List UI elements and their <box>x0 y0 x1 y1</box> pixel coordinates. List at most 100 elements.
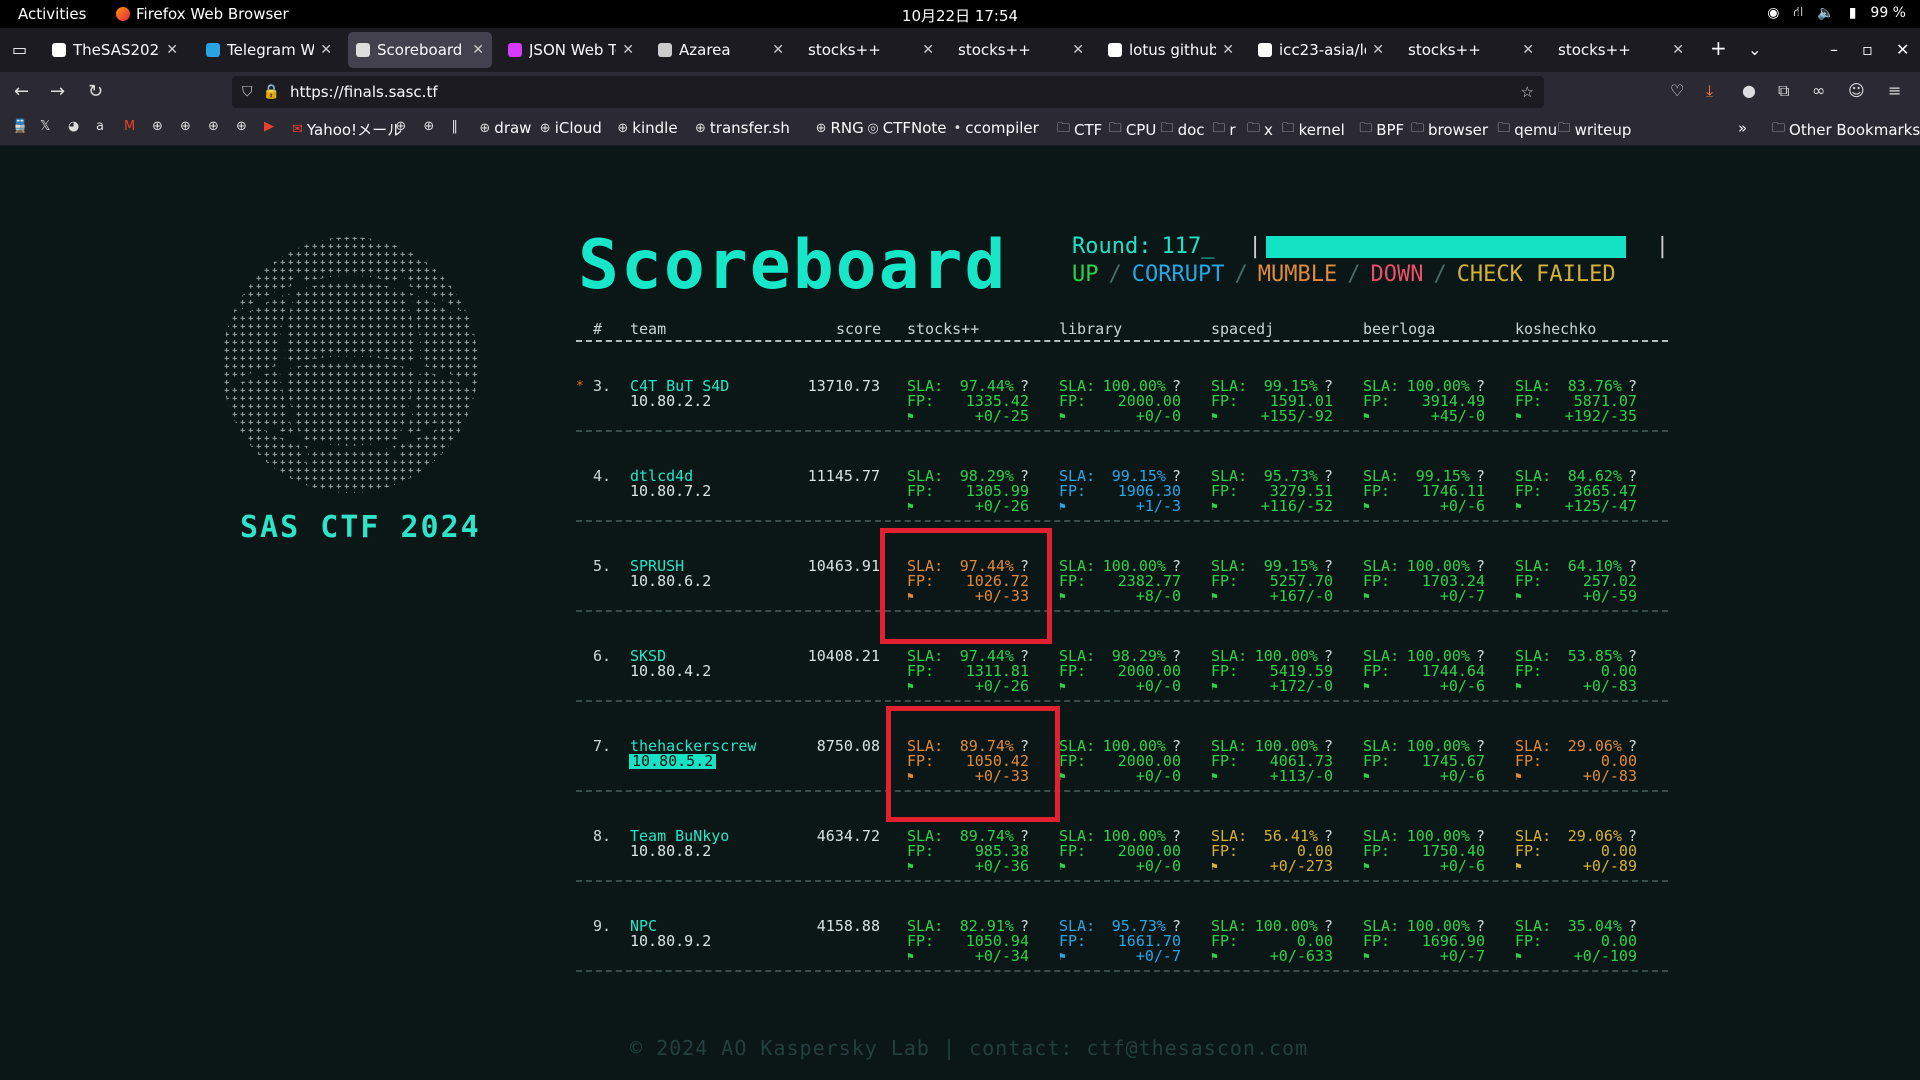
bookmark-25[interactable]: 🗀 x <box>1247 119 1273 141</box>
url-text[interactable]: https://finals.sasc.tf <box>290 83 438 101</box>
bookmark-17[interactable]: ⊕ transfer.sh <box>695 119 790 137</box>
bookmark-6[interactable]: ⊕ <box>180 119 195 134</box>
network-icon: ⛙ <box>1793 4 1804 20</box>
flags-value: +0/-6 <box>1439 767 1485 785</box>
bookmark-label: kindle <box>632 119 678 137</box>
shield-icon[interactable]: ⛉ <box>242 84 253 100</box>
bookmark-5[interactable]: ⊕ <box>152 119 167 134</box>
back-arrow-icon[interactable]: ← <box>14 81 29 102</box>
bookmark-4[interactable]: M <box>124 119 139 134</box>
tab-close-icon[interactable]: ✕ <box>1372 42 1384 58</box>
bookmark-label: doc <box>1177 121 1205 139</box>
tab-10[interactable]: stocks++ ✕ <box>1550 32 1692 68</box>
bookmark-22[interactable]: 🗀 CPU <box>1109 119 1157 141</box>
bookmark-21[interactable]: 🗀 CTF <box>1057 119 1102 141</box>
tab-close-icon[interactable]: ✕ <box>320 42 332 58</box>
globe-icon: ⊕ <box>539 120 551 136</box>
bookmark-23[interactable]: 🗀 doc <box>1161 119 1205 141</box>
col-service-beerloga: beerloga <box>1363 320 1436 338</box>
lock-icon[interactable]: 🔒 <box>263 84 280 100</box>
tab-close-icon[interactable]: ✕ <box>1072 42 1084 58</box>
tab-close-icon[interactable]: ✕ <box>472 42 484 58</box>
clock[interactable]: 10月22日 17:54 <box>902 7 1018 25</box>
service-cell: SLA: 29.06%? FP: 0.00 ⚑ +0/-83 <box>1515 737 1637 785</box>
more-bookmarks-chevron-icon[interactable]: » <box>1738 119 1747 137</box>
globe-icon: ⊕ <box>695 120 706 136</box>
bookmark-24[interactable]: 🗀 r <box>1212 119 1235 141</box>
bookmark-0[interactable]: 🚆 <box>12 119 32 134</box>
folder-icon: 🗀 <box>1772 121 1786 136</box>
system-tray[interactable]: ◉ ⛙ 🔈 ▮ 99 % <box>1767 4 1906 22</box>
tab-6[interactable]: stocks++ ✕ <box>950 32 1092 68</box>
tab-1[interactable]: Telegram Web ✕ <box>198 32 340 68</box>
bookmark-8[interactable]: ⊕ <box>236 119 251 134</box>
bookmark-7[interactable]: ⊕ <box>208 119 223 134</box>
bookmark-11[interactable]: ⊕ <box>395 119 410 134</box>
firefox-icon <box>116 7 130 21</box>
tab-close-icon[interactable]: ✕ <box>772 42 784 58</box>
tab-8[interactable]: icc23-asia/lotus ✕ <box>1250 32 1392 68</box>
bookmark-star-icon[interactable]: ☆ <box>1521 83 1534 101</box>
flag-icon: ⚑ <box>1515 680 1522 693</box>
extension-icon[interactable]: ● <box>1742 81 1756 100</box>
bookmark-3[interactable]: a <box>96 119 108 134</box>
sas-logo-icon: + <box>222 237 478 493</box>
bookmark-16[interactable]: ⊕ kindle <box>617 119 677 137</box>
bookmark-10[interactable]: ✉ Yahoo!メール <box>292 119 402 140</box>
tab-close-icon[interactable]: ✕ <box>922 42 934 58</box>
table-row: 5. SPRUSH 10.80.6.2 10463.91 SLA: 97.44%? FP… <box>576 522 1668 612</box>
bookmark-15[interactable]: ⊕ iCloud <box>540 119 602 137</box>
bookmark-20[interactable]: • ccompiler <box>954 119 1039 137</box>
tab-7[interactable]: lotus github ✕ <box>1100 32 1242 68</box>
pocket-icon[interactable]: ♡ <box>1670 81 1684 100</box>
activities-button[interactable]: Activities <box>18 5 86 23</box>
ctfnote-icon: ◎ <box>867 120 879 136</box>
flag-icon: ⚑ <box>1515 860 1522 873</box>
bookmark-19[interactable]: ◎ CTFNote <box>867 119 946 137</box>
account-icon[interactable]: ☺ <box>1848 81 1865 100</box>
tab-4[interactable]: Azarea ✕ <box>650 32 792 68</box>
tab-close-icon[interactable]: ✕ <box>1522 42 1534 58</box>
bookmark-2[interactable]: ◕ <box>68 119 83 134</box>
bookmark-12[interactable]: ⊕ <box>423 119 438 134</box>
chevron-down-icon[interactable]: ⌄ <box>1748 40 1761 59</box>
tab-close-icon[interactable]: ✕ <box>622 42 634 58</box>
app-menu[interactable]: Firefox Web Browser <box>116 5 289 23</box>
minimize-button[interactable]: – <box>1830 40 1838 59</box>
bookmark-26[interactable]: 🗀 kernel <box>1282 119 1345 141</box>
service-cell: SLA: 100.00%? FP: 1744.64 ⚑ +0/-6 <box>1363 647 1485 695</box>
tab-2[interactable]: Scoreboard | SAS CTF ✕ <box>348 32 492 68</box>
bookmark-9[interactable]: ▶ <box>264 119 278 134</box>
bookmark-29[interactable]: 🗀 qemu <box>1497 119 1557 141</box>
puzzle-icon[interactable]: ⧉ <box>1778 81 1789 101</box>
tab-0[interactable]: TheSAS2024 agenda ✕ <box>44 32 186 68</box>
bookmark-30[interactable]: 🗀 writeup <box>1558 119 1632 141</box>
reload-icon[interactable]: ↻ <box>88 81 103 102</box>
menu-icon[interactable]: ≡ <box>1888 81 1901 100</box>
close-window-button[interactable]: ✕ <box>1896 40 1909 59</box>
bookmark-27[interactable]: 🗀 BPF <box>1359 119 1404 141</box>
bookmark-28[interactable]: 🗀 browser <box>1411 119 1488 141</box>
maximize-button[interactable]: ▫ <box>1862 40 1873 59</box>
url-bar[interactable]: ⛉ 🔒 https://finals.sasc.tf ☆ <box>232 76 1544 108</box>
tab-close-icon[interactable]: ✕ <box>1672 42 1684 58</box>
tab-9[interactable]: stocks++ ✕ <box>1400 32 1542 68</box>
tab-overview-icon[interactable]: ▭ <box>12 40 27 59</box>
other-bookmarks[interactable]: 🗀 Other Bookmarks <box>1772 119 1920 141</box>
bookmark-18[interactable]: ⊕ RNG <box>816 119 864 137</box>
tab-close-icon[interactable]: ✕ <box>166 42 178 58</box>
col-service-library: library <box>1059 320 1123 338</box>
bookmark-14[interactable]: ⊕ draw <box>479 119 531 137</box>
mask-icon[interactable]: ∞ <box>1812 81 1825 100</box>
tab-3[interactable]: JSON Web Tokens ✕ <box>500 32 642 68</box>
tab-5[interactable]: stocks++ ✕ <box>800 32 942 68</box>
tab-favicon-icon <box>1258 43 1272 57</box>
tab-close-icon[interactable]: ✕ <box>1222 42 1234 58</box>
new-tab-button[interactable]: + <box>1710 36 1727 60</box>
bookmark-13[interactable]: ‖ <box>451 119 462 134</box>
service-cell: SLA: 100.00%? FP: 1750.40 ⚑ +0/-6 <box>1363 827 1485 875</box>
forward-arrow-icon[interactable]: → <box>50 81 65 102</box>
bookmark-1[interactable]: 𝕏 <box>40 119 54 134</box>
download-icon[interactable]: ⤓ <box>1706 81 1713 101</box>
flags-value: +0/-26 <box>974 497 1029 515</box>
